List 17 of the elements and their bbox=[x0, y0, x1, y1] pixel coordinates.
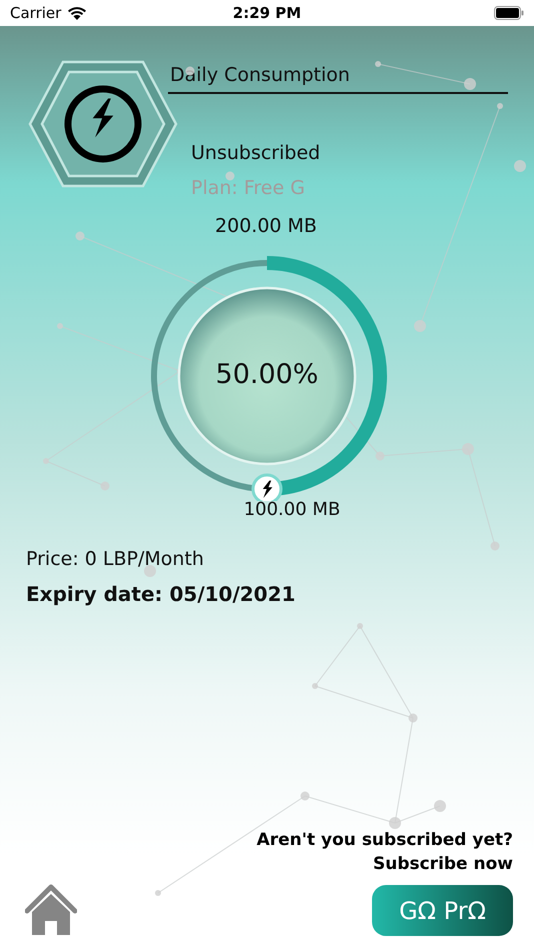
total-data-label: 200.00 MB bbox=[215, 215, 317, 237]
carrier-label: Carrier bbox=[10, 4, 62, 22]
usage-percent: 50.00% bbox=[214, 359, 320, 390]
wifi-icon bbox=[67, 6, 88, 20]
page-title: Daily Consumption bbox=[168, 60, 508, 94]
price-label: Price: 0 LBP/Month bbox=[26, 548, 205, 570]
subscription-status: Unsubscribed bbox=[191, 142, 322, 164]
battery-icon bbox=[494, 6, 524, 20]
plan-label: Plan: Free G bbox=[191, 177, 306, 199]
clock-time: 2:29 PM bbox=[232, 4, 302, 22]
used-data-label: 100.00 MB bbox=[244, 499, 340, 520]
expiry-date-label: Expiry date: 05/10/2021 bbox=[26, 582, 296, 606]
lightning-knob-icon bbox=[252, 474, 282, 501]
home-icon[interactable] bbox=[25, 884, 77, 936]
subscribe-now-label: Subscribe now bbox=[372, 854, 513, 874]
go-pro-button[interactable]: GΩ PrΩ bbox=[372, 885, 513, 936]
subscribe-prompt: Aren't you subscribed yet? bbox=[256, 830, 513, 850]
